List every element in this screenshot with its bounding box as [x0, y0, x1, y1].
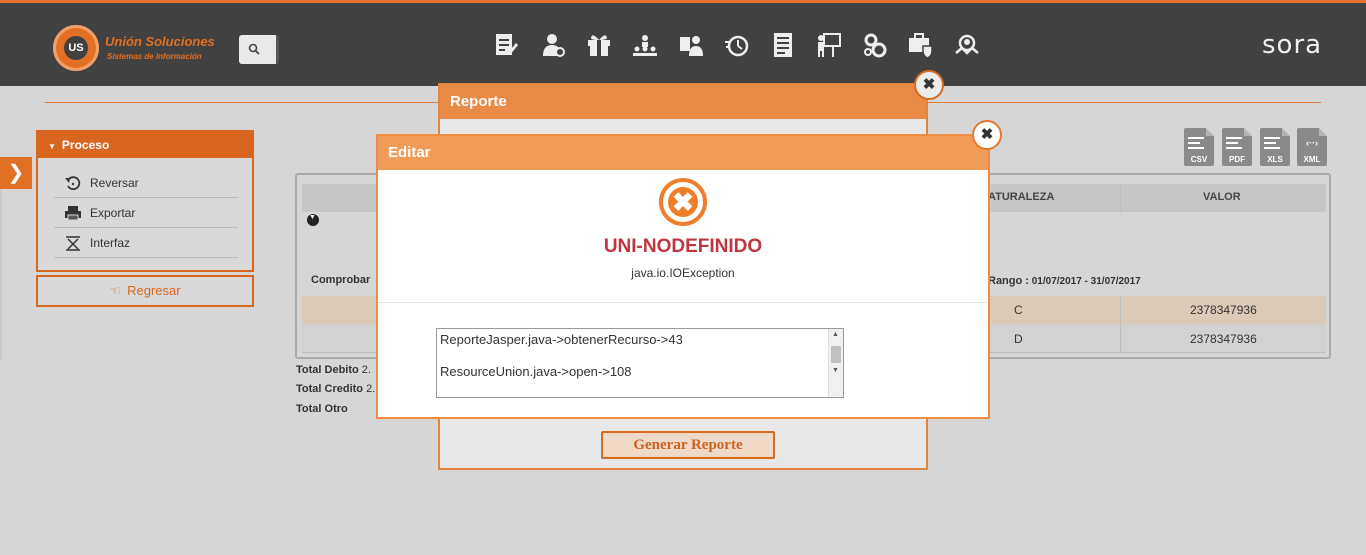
sidebar-toggle-button[interactable]: ❯	[0, 157, 32, 189]
column-divider	[1120, 296, 1121, 353]
reporte-dialog-header[interactable]: Reporte	[440, 85, 926, 119]
editar-dialog-header[interactable]: Editar	[378, 136, 988, 170]
regresar-button[interactable]: ☜ Regresar	[36, 275, 254, 307]
cell-naturaleza: D	[1014, 332, 1023, 346]
stack-trace-textarea[interactable]: ReporteJasper.java->obtenerRecurso->43 R…	[436, 328, 844, 398]
export-csv-icon[interactable]: CSV	[1184, 128, 1214, 166]
sidebar-item-exportar[interactable]: Exportar	[54, 198, 238, 228]
column-divider	[1120, 184, 1121, 212]
printer-icon	[65, 206, 81, 221]
company-logo[interactable]: US Unión Soluciones Sistemas de Informac…	[53, 25, 243, 71]
export-xml-icon[interactable]: ‹··› XML	[1297, 128, 1327, 166]
rango-value: 01/07/2017 - 31/07/2017	[1031, 276, 1141, 287]
scroll-up-icon[interactable]: ▲	[832, 331, 839, 338]
report-sheet-icon[interactable]	[770, 31, 796, 59]
rango-label: Rango :	[988, 275, 1029, 287]
logo-title: Unión Soluciones	[105, 34, 215, 49]
rango-filter: Rango : 01/07/2017 - 31/07/2017	[988, 275, 1141, 287]
column-header-valor[interactable]: VALOR	[1203, 191, 1241, 203]
comprobante-label: Comprobar	[311, 274, 371, 286]
user-card-icon[interactable]	[678, 31, 704, 59]
stack-trace-line: ResourceUnion.java->open->108	[440, 364, 632, 379]
sidebar-item-label: Interfaz	[90, 236, 131, 250]
undo-icon	[65, 176, 81, 191]
interface-icon	[66, 236, 80, 251]
sidebar-item-interfaz[interactable]: Interfaz	[54, 228, 238, 258]
chevron-right-icon: ❯	[7, 162, 25, 184]
regresar-label: Regresar	[127, 283, 181, 298]
error-icon: ✖	[659, 178, 707, 226]
logo-subtitle: Sistemas de Información	[107, 52, 202, 61]
sidebar-edge	[0, 189, 2, 361]
close-icon: ✖	[922, 76, 936, 93]
timer-icon[interactable]	[724, 31, 750, 59]
reporte-close-button[interactable]: ✖	[914, 70, 944, 100]
search-icon	[248, 43, 260, 55]
secure-briefcase-icon[interactable]	[908, 31, 934, 59]
generar-reporte-button[interactable]: Generar Reporte	[601, 431, 775, 459]
scrollbar-thumb[interactable]	[831, 346, 841, 363]
proceso-panel: ▼ Proceso Reversar Exportar Interfaz	[36, 130, 254, 272]
org-chart-icon[interactable]	[632, 31, 658, 59]
export-label: XLS	[1267, 155, 1283, 164]
search-button[interactable]	[239, 35, 279, 64]
sidebar-item-reversar[interactable]: Reversar	[54, 168, 238, 198]
proceso-panel-title: Proceso	[61, 138, 110, 152]
code-glyph: ‹··›	[1306, 138, 1318, 148]
proceso-panel-header[interactable]: ▼ Proceso	[38, 132, 252, 158]
total-otro-label: Total Otro	[296, 403, 348, 415]
total-credito-label: Total Credito	[296, 383, 364, 395]
close-icon: ✖	[980, 126, 994, 143]
hand-point-icon: ☜	[109, 283, 122, 298]
presentation-icon[interactable]	[816, 31, 842, 59]
edit-document-icon[interactable]	[494, 31, 520, 59]
error-message: java.io.IOException	[631, 266, 735, 280]
total-credito-line: Total Credito 2.	[296, 383, 375, 395]
total-debito-value: 2.	[361, 364, 371, 376]
total-credito-value: 2.	[366, 383, 376, 395]
export-label: PDF	[1229, 155, 1245, 164]
total-debito-label: Total Debito	[296, 364, 359, 376]
cell-naturaleza: C	[1014, 303, 1023, 317]
cell-valor: 2378347936	[1190, 303, 1257, 317]
logo-badge: US	[53, 25, 99, 71]
gift-icon[interactable]	[586, 31, 612, 59]
total-debito-line: Total Debito 2.	[296, 364, 371, 376]
stack-trace-line: ReporteJasper.java->obtenerRecurso->43	[440, 332, 683, 347]
scroll-down-icon[interactable]: ▼	[832, 367, 839, 374]
error-code: UNI-NODEFINIDO	[603, 236, 763, 257]
top-bar: US Unión Soluciones Sistemas de Informac…	[0, 0, 1366, 86]
sidebar-item-label: Reversar	[90, 176, 139, 190]
sidebar-item-label: Exportar	[90, 206, 136, 220]
gears-icon[interactable]	[862, 31, 888, 59]
export-pdf-icon[interactable]: PDF	[1222, 128, 1252, 166]
cell-valor: 2378347936	[1190, 332, 1257, 346]
caret-down-icon: ▼	[309, 214, 316, 221]
export-label: CSV	[1190, 155, 1208, 164]
trace-scrollbar[interactable]: ▲ ▼	[828, 329, 843, 397]
badge-icon[interactable]	[954, 31, 980, 59]
column-header-naturaleza[interactable]: ATURALEZA	[988, 191, 1054, 203]
brand-logo[interactable]: sora	[1262, 30, 1322, 60]
export-label: XML	[1303, 155, 1321, 164]
export-xls-icon[interactable]: XLS	[1260, 128, 1290, 166]
caret-down-icon: ▼	[48, 142, 56, 151]
dialog-divider	[378, 302, 988, 303]
collapse-group-button[interactable]: ▼	[307, 214, 319, 226]
user-settings-icon[interactable]	[540, 31, 566, 59]
logo-badge-text: US	[64, 36, 88, 60]
editar-close-button[interactable]: ✖	[972, 120, 1002, 150]
